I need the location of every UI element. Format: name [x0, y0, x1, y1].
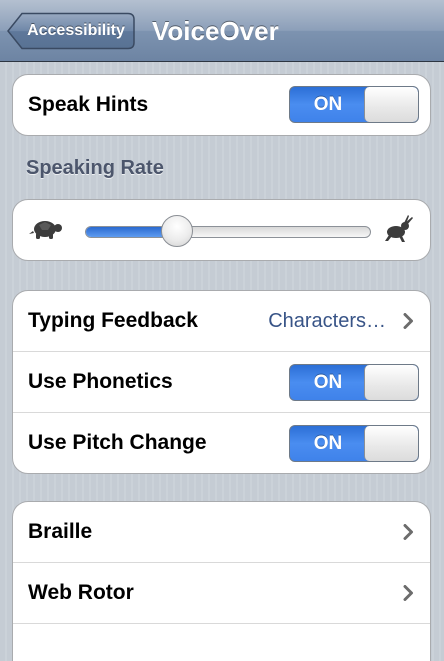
typing-feedback-value: Characters…	[268, 310, 386, 332]
back-button[interactable]: Accessibility	[7, 12, 135, 50]
typing-feedback-row[interactable]: Typing Feedback Characters…	[13, 291, 430, 352]
back-button-label: Accessibility	[27, 22, 125, 39]
use-pitch-change-toggle[interactable]: ON	[289, 425, 419, 462]
use-pitch-change-label: Use Pitch Change	[28, 431, 207, 454]
speak-hints-row: Speak Hints ON	[13, 75, 430, 135]
toggle-on-label: ON	[313, 433, 343, 454]
toggle-on-label: ON	[313, 94, 343, 115]
speaking-rate-slider-row	[13, 200, 430, 260]
navigation-options-group: Braille Web Rotor	[12, 501, 431, 661]
page-title: VoiceOver	[152, 16, 279, 46]
use-phonetics-toggle[interactable]: ON	[289, 364, 419, 401]
toggle-on-label: ON	[313, 372, 343, 393]
speaking-rate-thumb[interactable]	[160, 215, 193, 247]
speaking-rate-group	[12, 199, 431, 261]
chevron-right-icon	[403, 313, 413, 329]
typing-feedback-label: Typing Feedback	[28, 309, 198, 332]
turtle-icon	[29, 221, 62, 239]
web-rotor-label: Web Rotor	[28, 581, 134, 604]
use-phonetics-row: Use Phonetics ON	[13, 352, 430, 413]
toggle-knob	[364, 426, 418, 461]
typing-options-group: Typing Feedback Characters… Use Phonetic…	[12, 290, 431, 474]
speaking-rate-header: Speaking Rate	[26, 157, 164, 179]
toggle-knob	[364, 365, 418, 400]
braille-row[interactable]: Braille	[13, 502, 430, 563]
speak-hints-label: Speak Hints	[28, 93, 149, 116]
speak-hints-group: Speak Hints ON	[12, 74, 431, 136]
chevron-right-icon	[403, 524, 413, 540]
navigation-bar: Accessibility VoiceOver	[0, 0, 444, 62]
chevron-right-icon	[403, 585, 413, 601]
speaking-rate-track[interactable]	[85, 226, 371, 238]
toggle-knob	[364, 87, 418, 122]
use-phonetics-label: Use Phonetics	[28, 370, 173, 393]
use-pitch-change-row: Use Pitch Change ON	[13, 413, 430, 473]
braille-label: Braille	[28, 520, 93, 543]
web-rotor-row[interactable]: Web Rotor	[13, 563, 430, 624]
speak-hints-toggle[interactable]: ON	[289, 86, 419, 123]
hare-icon	[385, 215, 413, 242]
